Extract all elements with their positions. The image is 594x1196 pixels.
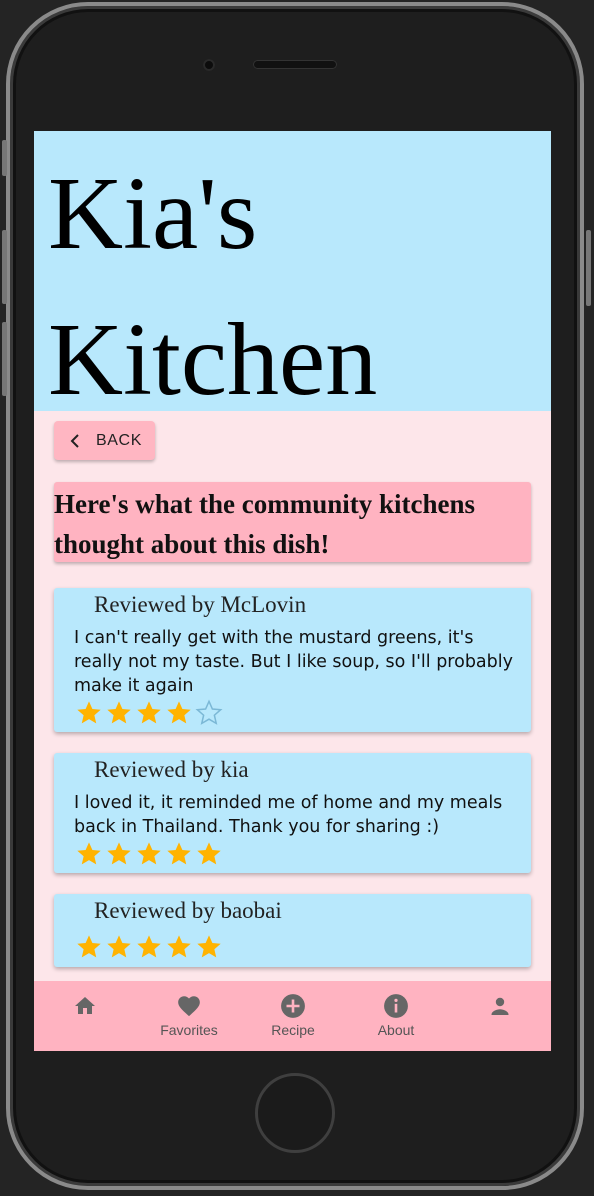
app-title-line-2: Kitchen (48, 302, 378, 417)
info-icon (383, 993, 409, 1019)
nav-about-label: About (377, 1022, 415, 1038)
back-button[interactable]: BACK (54, 421, 155, 460)
reviews-banner: Here's what the community kitchens though… (54, 482, 531, 562)
review-text: I loved it, it reminded me of home and m… (74, 793, 503, 837)
app-header: Kia's Kitchen (34, 131, 551, 417)
star-filled-icon (104, 839, 134, 869)
star-rating (74, 839, 224, 869)
star-filled-icon (74, 932, 104, 962)
review-card: Reviewed by baobai (54, 894, 531, 967)
reviewer-name: Reviewed by McLovin (94, 592, 307, 617)
nav-about[interactable]: About (351, 981, 441, 1051)
home-button[interactable] (255, 1073, 335, 1153)
heart-icon (176, 993, 202, 1019)
star-empty-icon (194, 698, 224, 728)
back-button-label: BACK (96, 431, 142, 449)
volume-up-button (2, 230, 7, 304)
nav-favorites[interactable]: Favorites (144, 981, 234, 1051)
reviews-heading-line-1: Here's what the community kitchens (54, 489, 475, 519)
reviewer-name: Reviewed by baobai (94, 898, 282, 923)
nav-recipe[interactable]: Recipe (248, 981, 338, 1051)
app-title-line-1: Kia's (48, 156, 258, 271)
review-text: I can't really get with the mustard gree… (74, 628, 513, 696)
nav-profile[interactable] (455, 981, 545, 1051)
star-filled-icon (164, 932, 194, 962)
star-rating (74, 698, 224, 728)
star-filled-icon (134, 932, 164, 962)
reviews-heading-line-2: thought about this dish! (54, 529, 330, 559)
star-filled-icon (104, 698, 134, 728)
app-title: Kia's Kitchen (48, 141, 377, 433)
app-screen: Kia's Kitchen BACK Here's what the commun… (34, 131, 551, 1051)
plus-circle-icon (280, 993, 306, 1019)
star-filled-icon (104, 932, 134, 962)
star-filled-icon (194, 932, 224, 962)
reviewer-name: Reviewed by kia (94, 757, 249, 782)
mute-switch (2, 140, 7, 176)
nav-recipe-label: Recipe (271, 1022, 315, 1038)
star-filled-icon (164, 839, 194, 869)
reviews-heading: Here's what the community kitchens though… (54, 484, 531, 564)
power-button (586, 230, 591, 306)
star-filled-icon (194, 839, 224, 869)
review-card: Reviewed by kia I loved it, it reminded … (54, 753, 531, 873)
star-filled-icon (134, 698, 164, 728)
person-icon (487, 993, 513, 1019)
nav-favorites-label: Favorites (160, 1022, 218, 1038)
star-filled-icon (134, 839, 164, 869)
volume-down-button (2, 322, 7, 396)
bottom-navigation: Favorites Recipe About (34, 981, 551, 1051)
star-filled-icon (164, 698, 194, 728)
front-camera (203, 59, 215, 71)
star-filled-icon (74, 698, 104, 728)
home-icon (72, 993, 98, 1019)
review-card: Reviewed by McLovin I can't really get w… (54, 588, 531, 732)
star-rating (74, 932, 224, 962)
star-filled-icon (74, 839, 104, 869)
earpiece-speaker (253, 60, 337, 69)
chevron-left-icon (68, 433, 82, 448)
nav-home[interactable] (40, 981, 130, 1051)
